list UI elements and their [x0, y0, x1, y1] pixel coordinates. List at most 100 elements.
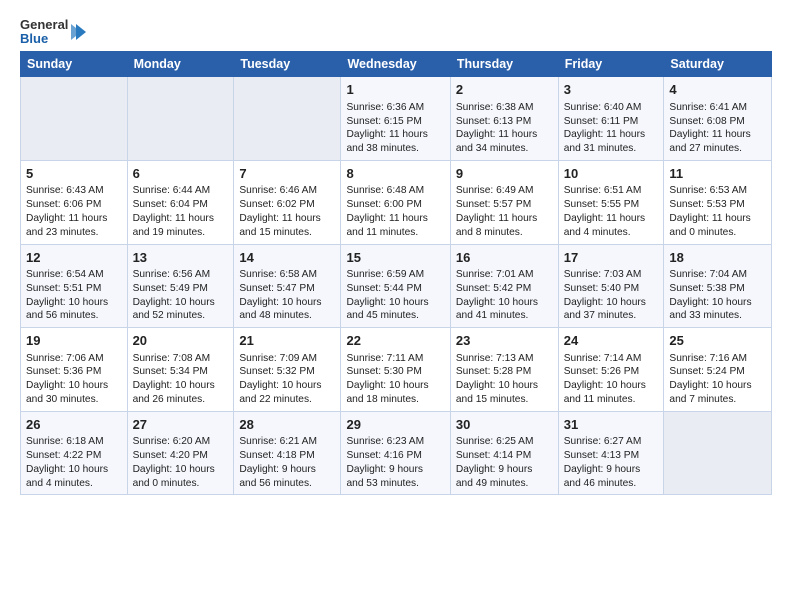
calendar-cell: 8Sunrise: 6:48 AMSunset: 6:00 PMDaylight… [341, 160, 450, 244]
day-info: Sunrise: 6:36 AM [346, 101, 444, 115]
day-info: Daylight: 11 hours [669, 212, 766, 226]
calendar-cell: 11Sunrise: 6:53 AMSunset: 5:53 PMDayligh… [664, 160, 772, 244]
weekday-header-monday: Monday [127, 52, 234, 77]
day-info: Daylight: 10 hours [26, 463, 122, 477]
calendar-cell: 16Sunrise: 7:01 AMSunset: 5:42 PMDayligh… [450, 244, 558, 328]
day-info: and 45 minutes. [346, 309, 444, 323]
day-info: and 53 minutes. [346, 477, 444, 491]
day-number: 18 [669, 249, 766, 267]
day-info: and 4 minutes. [564, 226, 659, 240]
weekday-header-tuesday: Tuesday [234, 52, 341, 77]
calendar-cell [21, 77, 128, 161]
day-info: Sunset: 6:04 PM [133, 198, 229, 212]
calendar-cell: 28Sunrise: 6:21 AMSunset: 4:18 PMDayligh… [234, 411, 341, 495]
day-info: Sunset: 5:36 PM [26, 365, 122, 379]
day-info: and 52 minutes. [133, 309, 229, 323]
day-info: Sunrise: 6:25 AM [456, 435, 553, 449]
calendar-cell: 1Sunrise: 6:36 AMSunset: 6:15 PMDaylight… [341, 77, 450, 161]
weekday-header-row: SundayMondayTuesdayWednesdayThursdayFrid… [21, 52, 772, 77]
calendar-page: General Blue SundayMondayTuesdayWednesda… [0, 0, 792, 509]
day-info: Sunset: 6:08 PM [669, 115, 766, 129]
day-number: 11 [669, 165, 766, 183]
day-number: 31 [564, 416, 659, 434]
day-info: Daylight: 10 hours [564, 296, 659, 310]
weekday-header-wednesday: Wednesday [341, 52, 450, 77]
day-number: 16 [456, 249, 553, 267]
calendar-cell [664, 411, 772, 495]
day-number: 20 [133, 332, 229, 350]
day-number: 9 [456, 165, 553, 183]
day-info: Daylight: 9 hours [346, 463, 444, 477]
day-info: Daylight: 10 hours [346, 379, 444, 393]
calendar-cell: 3Sunrise: 6:40 AMSunset: 6:11 PMDaylight… [558, 77, 664, 161]
day-info: and 33 minutes. [669, 309, 766, 323]
day-info: Sunrise: 7:06 AM [26, 352, 122, 366]
calendar-cell: 15Sunrise: 6:59 AMSunset: 5:44 PMDayligh… [341, 244, 450, 328]
day-info: Sunrise: 6:46 AM [239, 184, 335, 198]
day-number: 6 [133, 165, 229, 183]
day-info: Daylight: 10 hours [133, 296, 229, 310]
day-info: Daylight: 10 hours [133, 463, 229, 477]
day-info: Sunset: 4:22 PM [26, 449, 122, 463]
day-info: and 4 minutes. [26, 477, 122, 491]
logo-general-text: General [20, 18, 68, 32]
day-info: and 18 minutes. [346, 393, 444, 407]
day-info: Sunrise: 7:03 AM [564, 268, 659, 282]
calendar-cell: 27Sunrise: 6:20 AMSunset: 4:20 PMDayligh… [127, 411, 234, 495]
calendar-cell: 5Sunrise: 6:43 AMSunset: 6:06 PMDaylight… [21, 160, 128, 244]
day-info: Daylight: 11 hours [346, 212, 444, 226]
day-info: Sunset: 5:26 PM [564, 365, 659, 379]
day-info: and 22 minutes. [239, 393, 335, 407]
weekday-header-saturday: Saturday [664, 52, 772, 77]
day-info: Daylight: 9 hours [456, 463, 553, 477]
day-number: 21 [239, 332, 335, 350]
calendar-cell: 22Sunrise: 7:11 AMSunset: 5:30 PMDayligh… [341, 328, 450, 412]
day-info: Sunset: 5:24 PM [669, 365, 766, 379]
calendar-cell: 18Sunrise: 7:04 AMSunset: 5:38 PMDayligh… [664, 244, 772, 328]
calendar-cell: 24Sunrise: 7:14 AMSunset: 5:26 PMDayligh… [558, 328, 664, 412]
day-info: and 15 minutes. [239, 226, 335, 240]
logo-chevron-icon [70, 21, 88, 43]
day-info: Sunset: 4:18 PM [239, 449, 335, 463]
day-info: and 7 minutes. [669, 393, 766, 407]
day-info: and 37 minutes. [564, 309, 659, 323]
calendar-cell: 21Sunrise: 7:09 AMSunset: 5:32 PMDayligh… [234, 328, 341, 412]
day-info: Sunrise: 7:01 AM [456, 268, 553, 282]
day-info: Daylight: 10 hours [456, 296, 553, 310]
day-number: 7 [239, 165, 335, 183]
day-info: Daylight: 10 hours [26, 379, 122, 393]
day-number: 12 [26, 249, 122, 267]
calendar-cell: 20Sunrise: 7:08 AMSunset: 5:34 PMDayligh… [127, 328, 234, 412]
day-info: and 34 minutes. [456, 142, 553, 156]
day-info: Sunrise: 6:58 AM [239, 268, 335, 282]
day-number: 5 [26, 165, 122, 183]
day-info: Sunrise: 6:23 AM [346, 435, 444, 449]
day-info: Sunset: 5:44 PM [346, 282, 444, 296]
day-info: Sunset: 5:49 PM [133, 282, 229, 296]
day-info: and 49 minutes. [456, 477, 553, 491]
day-info: Sunrise: 6:49 AM [456, 184, 553, 198]
day-info: Sunset: 5:53 PM [669, 198, 766, 212]
calendar-cell: 26Sunrise: 6:18 AMSunset: 4:22 PMDayligh… [21, 411, 128, 495]
day-info: and 11 minutes. [564, 393, 659, 407]
day-number: 13 [133, 249, 229, 267]
day-info: Daylight: 10 hours [669, 296, 766, 310]
weekday-header-thursday: Thursday [450, 52, 558, 77]
day-info: and 19 minutes. [133, 226, 229, 240]
calendar-cell [234, 77, 341, 161]
day-info: and 30 minutes. [26, 393, 122, 407]
day-info: Daylight: 10 hours [564, 379, 659, 393]
day-number: 30 [456, 416, 553, 434]
calendar-cell: 25Sunrise: 7:16 AMSunset: 5:24 PMDayligh… [664, 328, 772, 412]
day-info: Sunset: 5:32 PM [239, 365, 335, 379]
day-info: Sunset: 5:55 PM [564, 198, 659, 212]
day-info: Daylight: 11 hours [346, 128, 444, 142]
calendar-cell: 17Sunrise: 7:03 AMSunset: 5:40 PMDayligh… [558, 244, 664, 328]
day-info: Daylight: 9 hours [564, 463, 659, 477]
day-number: 17 [564, 249, 659, 267]
day-info: Sunrise: 6:41 AM [669, 101, 766, 115]
logo-blue-text: Blue [20, 32, 68, 46]
calendar-cell: 12Sunrise: 6:54 AMSunset: 5:51 PMDayligh… [21, 244, 128, 328]
day-info: and 0 minutes. [133, 477, 229, 491]
day-info: Daylight: 10 hours [346, 296, 444, 310]
